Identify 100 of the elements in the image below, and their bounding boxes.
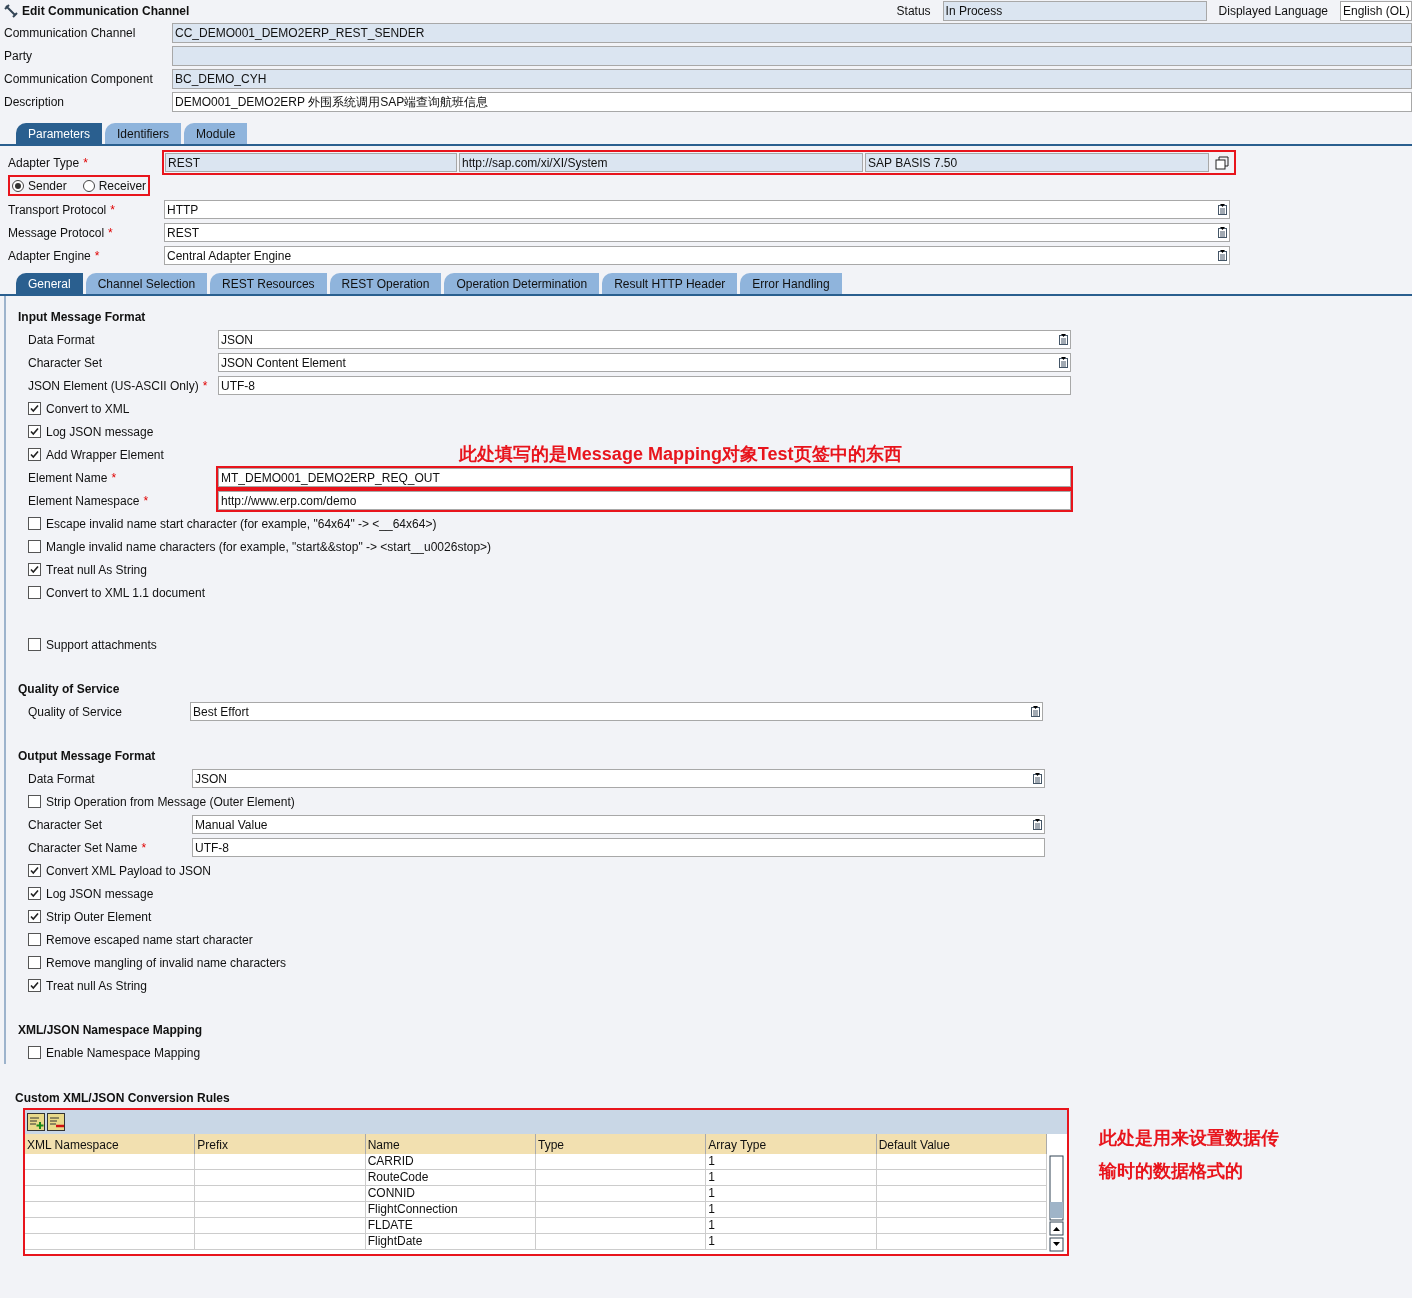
tab[interactable]: Error Handling <box>740 273 842 294</box>
checkbox[interactable] <box>28 956 41 969</box>
checkbox[interactable] <box>28 887 41 900</box>
radio-button[interactable] <box>82 179 95 192</box>
input-field[interactable]: Central Adapter Engine <box>164 246 1230 265</box>
required-marker: * <box>141 839 147 857</box>
table-cell: 1 <box>706 1154 877 1169</box>
field-label: Element Name <box>28 469 108 487</box>
field-label: Element Namespace <box>28 492 140 510</box>
input-field[interactable]: UTF-8 <box>192 838 1045 857</box>
input-field: BC_DEMO_CYH <box>172 68 1412 89</box>
field-label: JSON Element (US-ASCII Only) <box>28 377 199 395</box>
checkbox-label: Enable Namespace Mapping <box>46 1044 201 1062</box>
checkbox[interactable] <box>28 979 41 992</box>
checkbox-label: Add Wrapper Element <box>46 446 164 464</box>
field-label: Transport Protocol <box>8 201 107 219</box>
required-marker: * <box>202 377 208 395</box>
language-field[interactable]: English (OL) <box>1340 0 1412 21</box>
checkbox-label: Mangle invalid name characters (for example, "start&&stop" -> <start__u0026stop>) <box>46 538 492 556</box>
checkbox-label: Log JSON message <box>46 885 154 903</box>
section-title: Input Message Format <box>18 309 147 326</box>
tab[interactable]: REST Resources <box>210 273 327 294</box>
required-marker: * <box>83 154 88 172</box>
window-title: Edit Communication Channel <box>22 2 190 20</box>
value-help-icon[interactable] <box>1033 819 1042 830</box>
input-field[interactable]: JSON Content Element <box>218 353 1071 372</box>
input-field[interactable]: HTTP <box>164 200 1230 219</box>
table-cell: RouteCode <box>365 1170 536 1185</box>
status-label: Status <box>896 2 931 20</box>
value-help-icon[interactable] <box>1059 357 1068 368</box>
table-cell: 1 <box>706 1234 877 1249</box>
field-label: Data Format <box>28 331 95 349</box>
status-field: In Process <box>942 0 1207 21</box>
radio-button[interactable] <box>12 179 24 192</box>
field-label: Message Protocol <box>8 224 105 242</box>
section-title: Output Message Format <box>18 748 157 765</box>
checkbox[interactable] <box>28 448 41 461</box>
field-label: Quality of Service <box>28 703 123 721</box>
value-help-icon[interactable] <box>1218 250 1227 261</box>
column-header: XML Namespace <box>25 1134 196 1154</box>
input-field[interactable]: http://www.erp.com/demo <box>218 491 1071 510</box>
input-field[interactable]: Manual Value <box>192 815 1045 834</box>
table-cell: FLDATE <box>365 1218 536 1233</box>
checkbox[interactable] <box>28 517 41 530</box>
input-field[interactable]: JSON <box>192 769 1045 788</box>
checkbox[interactable] <box>28 586 41 599</box>
value-help-icon[interactable] <box>1218 227 1227 238</box>
column-header: Default Value <box>876 1134 1047 1154</box>
copy-icon[interactable] <box>1215 155 1229 170</box>
table-cell: 1 <box>706 1170 877 1185</box>
value-help-icon[interactable] <box>1031 706 1040 717</box>
tab[interactable]: General <box>16 273 83 294</box>
tab[interactable]: Result HTTP Header <box>602 273 738 294</box>
checkbox-label: Log JSON message <box>46 423 154 441</box>
tab[interactable]: Operation Determination <box>444 273 600 294</box>
checkbox[interactable] <box>28 540 41 553</box>
checkbox-label: Strip Outer Element <box>46 908 152 926</box>
checkbox[interactable] <box>28 795 41 808</box>
checkbox[interactable] <box>28 910 41 923</box>
checkbox[interactable] <box>28 933 41 946</box>
checkbox[interactable] <box>28 638 41 651</box>
delete-row-icon[interactable] <box>47 1113 65 1131</box>
tab[interactable]: Channel Selection <box>85 273 208 294</box>
required-marker: * <box>111 469 117 487</box>
tab[interactable]: Parameters <box>16 123 103 144</box>
input-field[interactable]: UTF-8 <box>218 376 1071 395</box>
add-row-icon[interactable] <box>27 1113 45 1131</box>
table-cell: 1 <box>706 1186 877 1201</box>
input-field[interactable]: MT_DEMO001_DEMO2ERP_REQ_OUT <box>218 468 1071 487</box>
required-marker: * <box>110 201 115 219</box>
tab[interactable]: Identifiers <box>105 123 182 144</box>
checkbox[interactable] <box>28 402 41 415</box>
tab[interactable]: Module <box>184 123 248 144</box>
checkbox-label: Remove escaped name start character <box>46 931 253 949</box>
checkbox[interactable] <box>28 563 41 576</box>
value-help-icon[interactable] <box>1033 773 1042 784</box>
checkbox[interactable] <box>28 1046 41 1059</box>
value-help-icon[interactable] <box>1059 334 1068 345</box>
input-field[interactable]: Best Effort <box>190 702 1043 721</box>
field-label: Character Set Name <box>28 839 138 857</box>
checkbox-label: Support attachments <box>46 636 157 654</box>
value-help-icon[interactable] <box>1218 204 1227 215</box>
checkbox[interactable] <box>28 864 41 877</box>
radio-label: Sender <box>28 177 67 195</box>
tab[interactable]: REST Operation <box>329 273 442 294</box>
field-label: Data Format <box>28 770 95 788</box>
adapter-type-field: REST <box>165 153 457 172</box>
input-field[interactable]: REST <box>164 223 1230 242</box>
column-header: Type <box>536 1134 707 1154</box>
annotation-text: 此处填写的是Message Mapping对象Test页签中的东西 <box>458 443 902 466</box>
column-header: Prefix <box>195 1134 366 1154</box>
required-marker: * <box>94 247 100 265</box>
required-marker: * <box>108 224 113 242</box>
input-field[interactable]: JSON <box>218 330 1071 349</box>
input-field[interactable]: DEMO001_DEMO2ERP 外围系统调用SAP端查询航班信息 <box>172 91 1412 112</box>
checkbox[interactable] <box>28 425 41 438</box>
column-header: Array Type <box>706 1134 877 1154</box>
adapter-version-field: SAP BASIS 7.50 <box>865 153 1209 172</box>
checkbox-label: Escape invalid name start character (for example, "64x64" -> <__64x64>) <box>46 515 437 533</box>
table-cell: CARRID <box>365 1154 536 1169</box>
